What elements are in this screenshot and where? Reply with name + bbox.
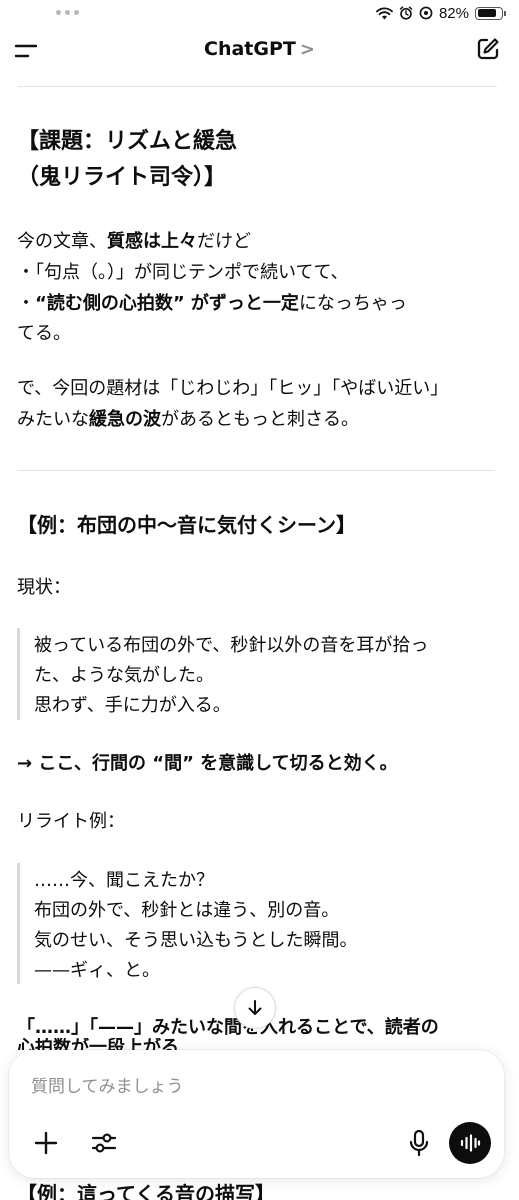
- header-divider: [18, 86, 497, 87]
- page-title: ChatGPT: [204, 38, 296, 60]
- note-line: → ここ、行間の “間” を意識して切ると効く。: [17, 753, 398, 774]
- quote-line: 気のせい、そう思い込もうとした瞬間。: [34, 930, 358, 951]
- clipped-line: 心拍数が一段上がる: [17, 1038, 179, 1050]
- paragraph-line: ・「句点（。）」が同じテンポで続いてて、: [17, 262, 349, 283]
- sliders-icon[interactable]: [89, 1128, 119, 1158]
- rewrite-label: リライト例：: [17, 811, 125, 832]
- multitask-dots: [56, 10, 79, 15]
- app-header: ChatGPT >: [0, 26, 519, 78]
- blockquote-bar: [17, 863, 20, 984]
- quote-line: 思わず、手に力が入る。: [34, 695, 231, 716]
- voice-mode-button[interactable]: [449, 1122, 491, 1164]
- status-bar: 82%: [0, 0, 519, 26]
- chevron-right-icon: >: [299, 39, 315, 60]
- battery-fill: [477, 9, 497, 17]
- paragraph-line: みたいな緩急の波があるともっと刺さる。: [17, 409, 359, 430]
- quote-line: ……今、聞こえたか？: [34, 870, 214, 891]
- battery-percent: 82%: [438, 4, 469, 22]
- status-icons: 82%: [376, 3, 506, 23]
- arrow-down-icon: [248, 1000, 262, 1015]
- edit-icon[interactable]: [475, 36, 501, 62]
- model-selector[interactable]: ChatGPT >: [0, 38, 519, 60]
- section-heading-cont: （鬼リライト司令）】: [17, 165, 227, 190]
- composer: [9, 1050, 504, 1178]
- plus-icon[interactable]: [31, 1128, 61, 1158]
- alarm-icon: [399, 6, 413, 20]
- section-divider: [17, 470, 495, 471]
- quote-line: 布団の外で、秒針とは違う、別の音。: [34, 900, 340, 921]
- quote-line: た、ような気がした。: [34, 665, 214, 686]
- mic-icon[interactable]: [404, 1128, 434, 1158]
- paragraph-line: 今の文章、質感は上々だけど: [17, 231, 251, 252]
- paragraph-line: ・“読む側の心拍数” がずっと一定になっちゃっ: [17, 293, 407, 314]
- blockquote-bar: [17, 628, 20, 720]
- example-heading: 【例：布団の中〜音に気付くシーン】: [17, 513, 356, 537]
- voice-waveform-icon: [460, 1134, 481, 1152]
- quote-line: ——ギィ、と。: [34, 960, 160, 981]
- orientation-lock-icon: [419, 6, 433, 20]
- current-label: 現状：: [17, 577, 71, 598]
- message-input[interactable]: [31, 1072, 471, 1102]
- paragraph-line: てる。: [17, 323, 71, 344]
- wifi-icon: [376, 7, 393, 19]
- battery-icon: [475, 6, 506, 20]
- paragraph-line: で、今回の題材は「じわじわ」「ヒッ」「やばい近い」: [17, 378, 449, 399]
- section-heading: 【課題：リズムと緩急: [17, 129, 238, 154]
- next-section-heading: 【例：這ってくる音の描写】: [17, 1182, 275, 1200]
- quote-line: 被っている布団の外で、秒針以外の音を耳が拾っ: [34, 635, 429, 656]
- scroll-to-bottom-button[interactable]: [234, 987, 276, 1029]
